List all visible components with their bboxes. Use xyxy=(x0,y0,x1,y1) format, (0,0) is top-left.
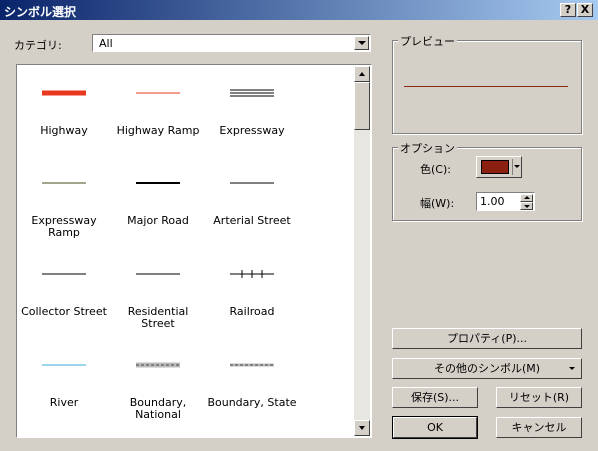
title-bar: シンボル選択 ? X xyxy=(0,0,598,20)
save-button[interactable]: 保存(S)... xyxy=(392,387,478,408)
color-divider xyxy=(512,159,513,175)
symbol-name: Boundary, National xyxy=(129,396,187,421)
more-symbols-button[interactable]: その他のシンボル(M) xyxy=(392,358,582,379)
symbol-swatch xyxy=(42,90,86,96)
color-swatch xyxy=(481,160,509,174)
symbol-item[interactable]: Collector Street xyxy=(19,254,109,344)
width-value: 1.00 xyxy=(480,195,505,208)
symbol-name: Railroad xyxy=(229,305,275,318)
help-button[interactable]: ? xyxy=(560,3,576,17)
symbol-item[interactable]: Highway Ramp xyxy=(113,73,203,163)
symbol-swatch xyxy=(136,362,180,368)
symbol-item[interactable]: Railroad xyxy=(207,254,297,344)
width-label: 幅(W): xyxy=(420,197,455,210)
cancel-button[interactable]: キャンセル xyxy=(496,417,582,438)
symbol-swatch xyxy=(42,182,86,184)
symbol-swatch xyxy=(136,182,180,184)
symbol-name: Expressway xyxy=(219,124,285,137)
symbol-swatch xyxy=(136,92,180,94)
symbol-item[interactable]: Highway xyxy=(19,73,109,163)
width-up-button[interactable] xyxy=(520,194,533,202)
symbol-item[interactable]: Residential Street xyxy=(113,254,203,344)
reset-button[interactable]: リセット(R) xyxy=(496,387,582,408)
symbol-swatch xyxy=(42,364,86,366)
category-label: カテゴリ: xyxy=(14,39,62,52)
symbol-swatch xyxy=(230,182,274,184)
chevron-down-icon xyxy=(514,165,520,168)
symbol-item[interactable]: Major Road xyxy=(113,163,203,253)
options-label: オプション xyxy=(398,140,457,156)
symbol-name: Major Road xyxy=(127,214,189,227)
category-select[interactable]: All xyxy=(92,34,371,52)
properties-button[interactable]: プロパティ(P)... xyxy=(392,328,582,349)
gallery-scrollbar[interactable] xyxy=(354,66,370,436)
symbol-swatch xyxy=(136,273,180,275)
width-spinner[interactable]: 1.00 xyxy=(476,192,535,211)
arrow-down-icon xyxy=(359,426,365,430)
close-icon: X xyxy=(580,3,590,16)
category-value: All xyxy=(99,37,113,50)
symbol-item[interactable]: Arterial Street xyxy=(207,163,297,253)
symbol-name: River xyxy=(49,396,79,409)
color-label: 色(C): xyxy=(420,163,451,176)
symbol-name: Collector Street xyxy=(21,305,107,318)
symbol-gallery[interactable]: Highway Highway Ramp Expressway Expressway … xyxy=(16,64,372,438)
arrow-down-icon xyxy=(524,205,530,208)
close-button[interactable]: X xyxy=(577,3,593,17)
color-picker-button[interactable] xyxy=(476,156,522,178)
symbol-name: Arterial Street xyxy=(213,214,291,227)
scroll-thumb[interactable] xyxy=(354,82,370,130)
category-dropdown-button[interactable] xyxy=(354,36,369,50)
symbol-swatch xyxy=(230,89,274,97)
ok-button[interactable]: OK xyxy=(392,416,478,439)
preview-group xyxy=(392,40,582,134)
symbol-name: Highway Ramp xyxy=(116,124,200,137)
symbol-swatch xyxy=(42,273,86,275)
width-down-button[interactable] xyxy=(520,202,533,210)
arrow-up-icon xyxy=(359,72,365,76)
window-title: シンボル選択 xyxy=(4,5,77,19)
symbol-item[interactable]: Expressway Ramp xyxy=(19,163,109,253)
preview-label: プレビュー xyxy=(398,33,457,49)
symbol-name: Residential Street xyxy=(127,305,189,330)
symbol-item[interactable]: Boundary, National xyxy=(113,345,203,435)
scroll-up-button[interactable] xyxy=(354,66,370,82)
scroll-down-button[interactable] xyxy=(354,420,370,436)
symbol-swatch xyxy=(230,363,274,367)
symbol-name: Boundary, State xyxy=(207,396,297,409)
arrow-up-icon xyxy=(524,196,530,199)
chevron-down-icon xyxy=(358,41,366,45)
preview-line xyxy=(404,86,568,87)
symbol-swatch xyxy=(230,270,274,278)
symbol-item[interactable]: Expressway xyxy=(207,73,297,163)
symbol-item[interactable]: Boundary, State xyxy=(207,345,297,435)
symbol-name: Expressway Ramp xyxy=(31,214,97,239)
chevron-down-icon xyxy=(569,367,575,370)
more-symbols-label: その他のシンボル(M) xyxy=(433,362,541,375)
symbol-name: Highway xyxy=(40,124,88,137)
symbol-item[interactable]: River xyxy=(19,345,109,435)
help-icon: ? xyxy=(564,3,572,16)
